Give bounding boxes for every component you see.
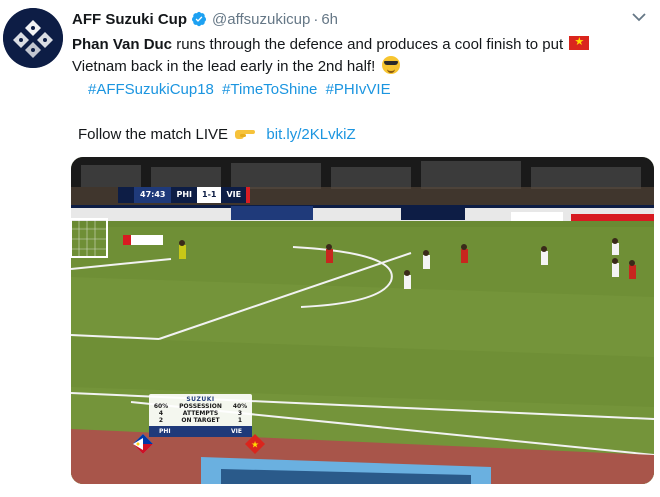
stats-teams: PHI VIE	[149, 426, 252, 437]
philippines-flag-icon	[132, 433, 154, 455]
away-team: VIE	[221, 187, 247, 203]
scorebug: 47:43 PHI 1-1 VIE	[118, 187, 251, 203]
player-name: Phan Van Duc	[72, 36, 173, 53]
tweet-card[interactable]: AFF Suzuki Cup @affsuzukicup · 6h Phan V…	[0, 0, 660, 497]
stat-home-value: 2	[158, 417, 164, 424]
match-score: 1-1	[197, 187, 222, 203]
stat-away-value: 3	[237, 410, 243, 417]
match-clock: 47:43	[134, 187, 172, 203]
tweet-header: AFF Suzuki Cup @affsuzukicup · 6h	[72, 9, 338, 29]
stats-row: 2 ON TARGET 1	[152, 417, 249, 424]
tweet-timestamp[interactable]: 6h	[321, 11, 338, 28]
match-stats-panel: SUZUKI 60% POSSESSION 40% 4 ATTEMPTS 3 2…	[149, 394, 252, 437]
verified-badge-icon	[192, 11, 206, 27]
pointing-right-hand-icon	[235, 130, 256, 139]
video-player[interactable]: 47:43 PHI 1-1 VIE SUZUKI 60% POSSESSION …	[71, 157, 654, 484]
vietnam-flag-icon: ★	[245, 434, 265, 454]
stat-home-value: 60%	[153, 403, 169, 410]
chevron-down-icon[interactable]	[632, 12, 646, 22]
sunglasses-emoji-icon	[382, 56, 401, 74]
stats-home-team: PHI	[159, 428, 171, 435]
separator-dot: ·	[313, 10, 319, 28]
svg-text:★: ★	[251, 441, 259, 451]
home-team: PHI	[171, 187, 198, 203]
hashtag-link[interactable]: #AFFSuzukiCup18	[88, 81, 214, 98]
stat-label: POSSESSION	[179, 403, 222, 410]
stats-sponsor: SUZUKI	[186, 396, 215, 403]
avatar[interactable]	[3, 8, 63, 68]
account-name[interactable]: AFF Suzuki Cup	[72, 11, 187, 28]
stat-away-value: 1	[237, 417, 243, 424]
scorebug-accent	[246, 187, 251, 203]
competition-logo	[118, 187, 134, 203]
stat-home-value: 4	[158, 410, 164, 417]
follow-line: Follow the match LIVE bit.ly/2KLvkiZ	[78, 125, 356, 145]
tweet-text: Phan Van Duc runs through the defence an…	[72, 34, 632, 78]
account-handle[interactable]: @affsuzukicup	[212, 11, 310, 28]
stat-away-value: 40%	[232, 403, 248, 410]
tweet-text-part-2: Vietnam back in the lead early in the 2n…	[72, 58, 380, 75]
stats-away-team: VIE	[231, 428, 242, 435]
stat-label: ON TARGET	[181, 417, 220, 424]
stats-row: 4 ATTEMPTS 3	[152, 410, 249, 417]
stats-row: 60% POSSESSION 40%	[152, 403, 249, 410]
hashtags: #AFFSuzukiCup18 #TimeToShine #PHIvVIE	[88, 80, 395, 100]
hashtag-link[interactable]: #PHIvVIE	[326, 81, 391, 98]
match-live-link[interactable]: bit.ly/2KLvkiZ	[266, 126, 355, 143]
follow-text: Follow the match LIVE	[78, 126, 229, 143]
tweet-text-part-1: runs through the defence and produces a …	[172, 36, 568, 53]
hashtag-link[interactable]: #TimeToShine	[222, 81, 317, 98]
vietnam-flag-icon	[569, 34, 590, 50]
stat-label: ATTEMPTS	[182, 410, 219, 417]
